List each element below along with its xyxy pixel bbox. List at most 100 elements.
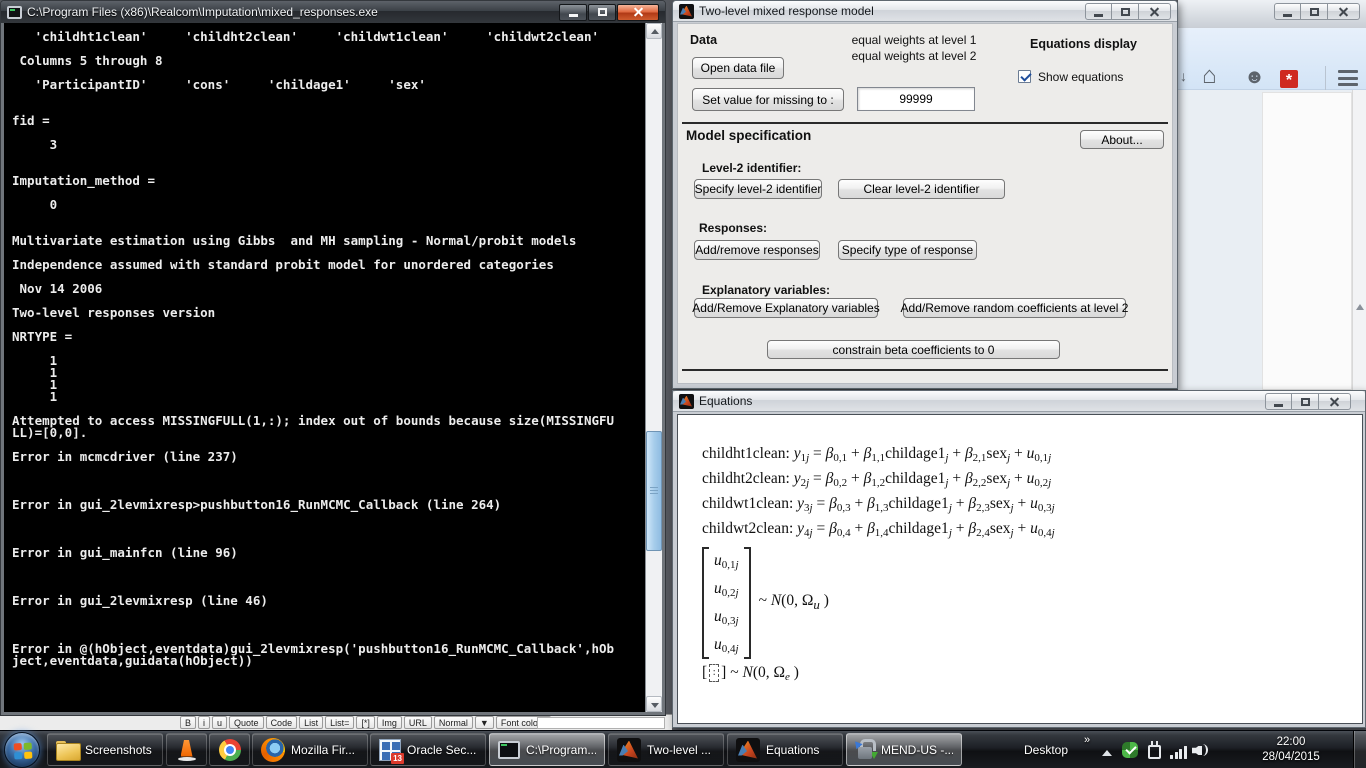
constrain-beta-button[interactable]: constrain beta coefficients to 0 xyxy=(767,340,1060,359)
close-button[interactable] xyxy=(617,4,659,21)
matlab-icon xyxy=(679,394,694,409)
chrome-icon xyxy=(219,739,241,761)
taskbar-button-two-level[interactable]: Two-level ... xyxy=(608,733,724,766)
console-output: 'childht1clean' 'childht2clean' 'childwt… xyxy=(4,23,645,712)
clock-date: 28/04/2015 xyxy=(1262,750,1320,765)
editor-button-list[interactable]: List xyxy=(299,716,323,729)
editor-button-normal[interactable]: Normal xyxy=(434,716,473,729)
weights-level2-label: equal weights at level 2 xyxy=(824,49,1004,63)
editor-button--[interactable]: [*] xyxy=(356,716,375,729)
firefox-titlebar xyxy=(1178,0,1366,28)
editor-button-quote[interactable]: Quote xyxy=(229,716,264,729)
scrollbar-thumb[interactable] xyxy=(646,431,662,551)
network-signal-icon[interactable] xyxy=(1170,744,1187,759)
open-data-file-button[interactable]: Open data file xyxy=(692,57,784,79)
taskbar-button-firefox[interactable]: Mozilla Fir... xyxy=(252,733,368,766)
residual-vector-placeholder: : xyxy=(709,664,719,682)
editor-button-list-[interactable]: List= xyxy=(325,716,354,729)
home-icon[interactable]: ⌂ xyxy=(1202,62,1217,90)
set-missing-value-button[interactable]: Set value for missing to : xyxy=(692,88,844,111)
console-window-icon xyxy=(7,6,22,19)
scroll-up-button[interactable] xyxy=(646,23,662,39)
console-scrollbar[interactable] xyxy=(645,23,662,712)
notification-badge: 13 xyxy=(391,753,404,764)
toolbar-separator xyxy=(1325,66,1326,92)
taskbar-button-mend-us[interactable]: MEND-US -... xyxy=(846,733,962,766)
equations-content: childht1clean: y1j = β0,1 + β1,1childage… xyxy=(702,441,1055,687)
editor-button-b[interactable]: B xyxy=(180,716,196,729)
equations-display-heading: Equations display xyxy=(1030,37,1137,51)
editor-button-code[interactable]: Code xyxy=(266,716,298,729)
minimize-button[interactable] xyxy=(1085,3,1112,20)
model-specification-heading: Model specification xyxy=(686,128,811,143)
forum-editor-strip: BiuQuoteCodeListList=[*]ImgURLNormal▼Fon… xyxy=(0,714,672,730)
show-equations-label: Show equations xyxy=(1038,70,1123,84)
lastpass-icon[interactable]: * xyxy=(1280,70,1298,88)
dialog-window-controls xyxy=(1085,3,1171,20)
section-divider xyxy=(682,122,1168,124)
close-button[interactable] xyxy=(1319,393,1351,410)
minimize-button[interactable] xyxy=(559,4,587,21)
taskbar-button-oracle[interactable]: 13 Oracle Sec... xyxy=(370,733,486,766)
specify-response-type-button[interactable]: Specify type of response xyxy=(838,240,977,260)
taskbar-button-screenshots[interactable]: Screenshots xyxy=(47,733,163,766)
close-button[interactable] xyxy=(1139,3,1171,20)
close-button[interactable] xyxy=(1328,3,1360,20)
show-desktop-button[interactable] xyxy=(1353,731,1366,768)
console-titlebar[interactable]: C:\Program Files (x86)\Realcom\Imputatio… xyxy=(1,1,665,23)
restore-button[interactable] xyxy=(1112,3,1139,20)
specify-level2-button[interactable]: Specify level-2 identifier xyxy=(694,179,822,199)
editor-button-u[interactable]: u xyxy=(212,716,227,729)
minimize-button[interactable] xyxy=(1274,3,1301,20)
missing-value-input[interactable] xyxy=(857,87,975,111)
taskbar-button-chrome[interactable] xyxy=(209,733,250,766)
add-remove-explanatory-button[interactable]: Add/Remove Explanatory variables xyxy=(694,298,878,318)
weights-level1-label: equal weights at level 1 xyxy=(824,33,1004,47)
lock-sync-icon xyxy=(855,738,875,761)
taskbar-clock[interactable]: 22:00 28/04/2015 xyxy=(1238,731,1344,768)
sync-tray-icon[interactable] xyxy=(1122,742,1138,758)
data-section-heading: Data xyxy=(690,33,717,47)
scroll-up-icon[interactable] xyxy=(1356,304,1364,310)
clear-level2-button[interactable]: Clear level-2 identifier xyxy=(838,179,1005,199)
console-icon xyxy=(498,741,520,759)
minimize-button[interactable] xyxy=(1265,393,1292,410)
hamburger-menu-icon[interactable] xyxy=(1338,70,1358,86)
about-button[interactable]: About... xyxy=(1080,130,1164,149)
volume-icon[interactable] xyxy=(1192,743,1209,758)
scroll-down-button[interactable] xyxy=(646,696,662,712)
editor-text-field[interactable] xyxy=(537,717,665,729)
add-remove-responses-button[interactable]: Add/remove responses xyxy=(694,240,820,260)
firefox-page-content xyxy=(1178,90,1366,390)
taskbar-button-vlc[interactable] xyxy=(166,733,207,766)
firefox-window-controls xyxy=(1274,3,1360,20)
matlab-icon xyxy=(736,738,760,762)
editor-button-i[interactable]: i xyxy=(198,716,210,729)
chat-smiley-icon[interactable]: ☻ xyxy=(1244,66,1265,89)
equations-title: Equations xyxy=(699,394,752,408)
start-button[interactable] xyxy=(4,732,40,768)
folder-icon xyxy=(56,741,79,759)
console-window: C:\Program Files (x86)\Realcom\Imputatio… xyxy=(0,0,666,716)
taskbar: Screenshots Mozilla Fir... 13 Oracle Sec… xyxy=(0,730,1366,768)
restore-button[interactable] xyxy=(1292,393,1319,410)
equation-line: childht1clean: y1j = β0,1 + β1,1childage… xyxy=(702,441,1055,466)
restore-button[interactable] xyxy=(1301,3,1328,20)
taskbar-button-equations[interactable]: Equations xyxy=(727,733,843,766)
desktop-toolbar[interactable]: Desktop xyxy=(1020,731,1072,768)
add-remove-random-coefficients-button[interactable]: Add/Remove random coefficients at level … xyxy=(903,298,1126,318)
download-icon[interactable]: ↓ xyxy=(1180,68,1187,84)
clock-time: 22:00 xyxy=(1277,735,1306,750)
taskbar-button-console[interactable]: C:\Program... xyxy=(489,733,605,766)
equations-titlebar[interactable]: Equations xyxy=(673,391,1365,412)
page-scrollbar[interactable] xyxy=(1352,90,1366,390)
residual-distribution: [:] ~ N(0, Ωe ) xyxy=(702,659,1055,687)
show-hidden-icons-button[interactable] xyxy=(1102,750,1112,756)
editor-button-img[interactable]: Img xyxy=(377,716,402,729)
safely-remove-hardware-icon[interactable] xyxy=(1148,745,1161,759)
maximize-button[interactable] xyxy=(588,4,616,21)
editor-button-url[interactable]: URL xyxy=(404,716,432,729)
editor-button--[interactable]: ▼ xyxy=(475,716,494,729)
show-equations-checkbox[interactable] xyxy=(1018,70,1031,83)
toolbar-chevron-icon[interactable]: » xyxy=(1084,734,1090,746)
